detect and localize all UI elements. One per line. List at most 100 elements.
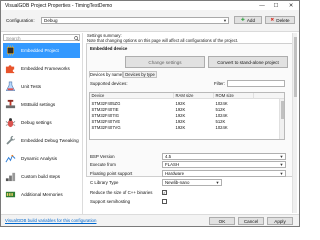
configuration-value: Debug: [44, 18, 58, 23]
semihosting-checkbox[interactable]: [162, 199, 167, 204]
device-table: Device RAM size ROM size STM32F405ZG 192…: [89, 92, 285, 140]
column-header-rom[interactable]: ROM size: [214, 93, 254, 99]
tab-devices-by-name[interactable]: Devices by name: [89, 71, 123, 78]
table-row[interactable]: STM32F405ZG 192K 1024K: [90, 101, 280, 106]
change-settings-button[interactable]: Change settings: [125, 56, 205, 68]
execute-from-value: FLASH: [165, 162, 180, 168]
rom-cell: 1024K: [215, 101, 228, 106]
sidebar-item-dynamic-analysis[interactable]: Dynamic Analysis: [3, 151, 80, 166]
ram-cell: 192K: [175, 107, 186, 112]
filter-input[interactable]: [227, 80, 285, 87]
table-row[interactable]: STM32F407VE 192K 512K: [90, 119, 280, 124]
reduce-size-checkbox[interactable]: ✓: [162, 190, 167, 195]
column-header-device[interactable]: Device: [90, 93, 174, 99]
reduce-size-label: Reduce the size of C++ binaries: [90, 190, 153, 195]
build-variables-link[interactable]: VisualGDB build variables for this confi…: [5, 218, 96, 223]
puzzle-icon: [5, 65, 15, 74]
configuration-select[interactable]: Debug ▼: [41, 16, 229, 24]
window-title: VisualGDB Project Properties - TimingTes…: [5, 2, 113, 9]
change-settings-label: Change settings: [148, 59, 182, 65]
chip-icon: [7, 45, 14, 56]
apply-button[interactable]: Apply: [267, 217, 293, 225]
rom-cell: 1024K: [215, 113, 228, 118]
memory-icon: [5, 191, 16, 198]
delete-icon: ✖: [270, 17, 275, 22]
rom-cell: 1024K: [215, 125, 228, 130]
ram-cell: 192K: [175, 113, 186, 118]
configuration-label: Configuration:: [6, 18, 35, 23]
sidebar-item-label: Embedded Debug Tweaking: [21, 138, 79, 143]
configuration-toolbar: Configuration: Debug ▼ ✚ Add ✖ Delete: [1, 10, 299, 32]
table-row[interactable]: STM32F407VG 192K 1024K: [90, 125, 280, 130]
rom-cell: 512K: [215, 107, 226, 112]
scrollbar-thumb[interactable]: [293, 37, 297, 97]
floating-point-value: Hardware: [165, 171, 185, 177]
sidebar-item-embedded-debug-tweaking[interactable]: Embedded Debug Tweaking: [3, 133, 80, 148]
ok-button[interactable]: OK: [209, 217, 235, 225]
supported-devices-label: Supported devices:: [90, 81, 128, 86]
steps-icon: [5, 172, 16, 182]
c-library-select[interactable]: Newlib-nano ▼: [162, 179, 222, 186]
device-cell: STM32F407IE: [91, 107, 119, 112]
sidebar-item-label: Unit Tests: [21, 84, 42, 89]
sidebar-item-additional-memories[interactable]: Additional Memories: [3, 187, 80, 202]
plus-icon: ✚: [240, 17, 245, 22]
sidebar-item-label: Debug settings: [21, 120, 52, 125]
sidebar-search-input[interactable]: Search: [3, 34, 80, 41]
ok-label: OK: [218, 218, 226, 224]
add-label: Add: [246, 17, 256, 23]
build-icon: [5, 99, 16, 109]
execute-from-select[interactable]: FLASH ▼: [162, 161, 286, 168]
ram-cell: 192K: [175, 125, 186, 130]
delete-configuration-button[interactable]: ✖ Delete: [265, 16, 295, 24]
bug-icon: [5, 118, 16, 128]
sidebar-item-label: Additional Memories: [21, 192, 63, 197]
chevron-down-icon: ▼: [223, 18, 227, 23]
execute-from-label: Execute from: [90, 162, 116, 167]
scrollbar-thumb[interactable]: [280, 101, 284, 119]
analysis-icon: [5, 154, 16, 163]
column-header-ram[interactable]: RAM size: [174, 93, 214, 99]
cancel-button[interactable]: Cancel: [238, 217, 264, 225]
close-button[interactable]: ✕: [284, 1, 298, 10]
tab-label: Devices by name: [89, 72, 123, 77]
group-title: Embedded device: [90, 46, 128, 51]
chevron-down-icon: ▼: [215, 180, 220, 186]
title-bar: VisualGDB Project Properties - TimingTes…: [1, 1, 299, 10]
ram-cell: 192K: [175, 101, 186, 106]
table-row[interactable]: STM32F407IE 192K 512K: [90, 107, 280, 112]
dialog-footer: VisualGDB build variables for this confi…: [1, 214, 299, 226]
checkmark-icon: ✓: [163, 190, 167, 195]
table-header: Device RAM size ROM size: [90, 93, 284, 99]
flask-icon: [5, 81, 16, 91]
sidebar-item-debug-settings[interactable]: Debug settings: [3, 115, 80, 130]
device-cell: STM32F407VE: [91, 119, 121, 124]
sidebar-item-label: Embedded Frameworks: [21, 66, 70, 71]
maximize-button[interactable]: ☐: [269, 1, 283, 10]
minimize-button[interactable]: —: [255, 1, 269, 10]
add-configuration-button[interactable]: ✚ Add: [234, 16, 262, 24]
cancel-label: Cancel: [243, 218, 259, 224]
bsp-version-label: BSP Version: [90, 154, 115, 159]
sidebar-item-unit-tests[interactable]: Unit Tests: [3, 79, 80, 94]
device-cell: STM32F407IG: [91, 113, 119, 118]
convert-button[interactable]: Convert to stand-alone project: [208, 56, 288, 68]
search-icon: [74, 35, 79, 41]
table-scrollbar[interactable]: [279, 99, 284, 139]
tab-devices-by-type[interactable]: Devices by type: [123, 71, 157, 78]
semihosting-label: Support semihosting: [90, 199, 131, 204]
main-scrollbar[interactable]: [292, 33, 297, 213]
bsp-version-select[interactable]: 4.5 ▼: [162, 153, 286, 160]
table-row[interactable]: STM32F407IG 192K 1024K: [90, 113, 280, 118]
sidebar-item-custom-build-steps[interactable]: Custom build steps: [3, 169, 80, 184]
sidebar-item-embedded-project[interactable]: Embedded Project: [3, 43, 80, 58]
rom-cell: 512K: [215, 119, 226, 124]
search-placeholder: Search: [6, 35, 21, 41]
sidebar-item-msbuild-settings[interactable]: MSBuild settings: [3, 97, 80, 112]
sidebar-item-embedded-frameworks[interactable]: Embedded Frameworks: [3, 61, 80, 76]
chevron-down-icon: ▼: [279, 154, 284, 160]
filter-label: Filter:: [214, 81, 225, 86]
floating-point-select[interactable]: Hardware ▼: [162, 170, 286, 177]
chevron-down-icon: ▼: [279, 162, 284, 168]
sidebar-item-label: MSBuild settings: [21, 102, 56, 107]
